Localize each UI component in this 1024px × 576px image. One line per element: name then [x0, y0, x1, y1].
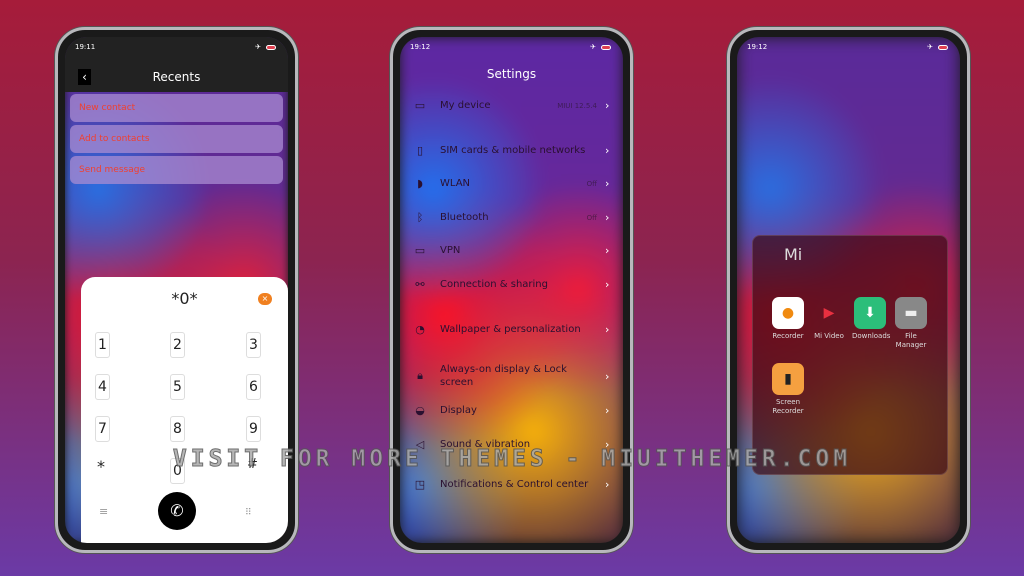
- key-4[interactable]: 4: [95, 374, 110, 400]
- app-mi-video[interactable]: ▶ Mi Video: [811, 297, 847, 341]
- recorder-icon: ●: [772, 297, 804, 329]
- phone-dialer: 19:11 ✈ ‹ Recents New contact Add to cont…: [55, 27, 298, 553]
- chevron-right-icon: ›: [605, 177, 610, 190]
- page-title: Recents: [152, 70, 201, 84]
- item-label: WLAN: [440, 178, 471, 189]
- call-button[interactable]: ✆: [158, 492, 196, 530]
- item-label: Bluetooth: [440, 212, 489, 223]
- key-8[interactable]: 8: [170, 416, 185, 442]
- chevron-right-icon: ›: [605, 99, 610, 112]
- item-label: VPN: [440, 245, 461, 256]
- menu-new-contact[interactable]: New contact: [70, 94, 283, 122]
- battery-icon: [266, 44, 276, 50]
- clock: 19:12: [747, 43, 768, 51]
- chevron-right-icon: ›: [605, 211, 610, 224]
- settings-item[interactable]: ▯ SIM cards & mobile networks ›: [400, 144, 623, 157]
- chevron-right-icon: ›: [605, 323, 610, 336]
- chevron-right-icon: ›: [605, 478, 610, 491]
- item-label: Notifications & Control center: [440, 479, 589, 490]
- settings-item[interactable]: ⚯ Connection & sharing ›: [400, 278, 623, 291]
- item-label: Wallpaper & personalization: [440, 324, 581, 335]
- phone-icon: ▭: [414, 99, 426, 112]
- status-bar: 19:12 ✈: [747, 43, 948, 51]
- app-screen-recorder[interactable]: ▮ Screen Recorder: [770, 363, 806, 416]
- wallpaper-icon: ◔: [415, 323, 425, 336]
- phone-icon: ✆: [170, 501, 184, 520]
- key-3[interactable]: 3: [246, 332, 261, 358]
- battery-icon: [601, 44, 611, 50]
- airplane-icon: ✈: [927, 43, 933, 51]
- settings-item[interactable]: 🔒︎ Always-on display & Lock screen ›: [400, 363, 623, 389]
- status-bar: 19:12 ✈: [410, 43, 611, 51]
- clock: 19:11: [75, 43, 96, 51]
- folder-name[interactable]: Mi: [784, 245, 802, 264]
- key-6[interactable]: 6: [246, 374, 261, 400]
- chevron-right-icon: ›: [605, 369, 610, 383]
- video-icon: ▶: [823, 304, 835, 321]
- menu-icon[interactable]: ≡: [99, 505, 108, 518]
- watermark: VISIT FOR MORE THEMES - MIUITHEMER.COM: [172, 446, 852, 473]
- delete-icon[interactable]: ×: [258, 293, 272, 305]
- key-2[interactable]: 2: [170, 332, 185, 358]
- dialpad: *0* × 1 2 3 4 5 6 7 8 9 * 0 # ≡ ✆ ⠿: [81, 277, 288, 543]
- app-file-manager[interactable]: ▬ File Manager: [893, 297, 929, 350]
- item-value: MIUI 12.5.4: [557, 101, 597, 110]
- menu-send-message[interactable]: Send message: [70, 156, 283, 184]
- settings-item[interactable]: ▭ VPN ›: [400, 244, 623, 257]
- folder-icon: ▬: [895, 297, 927, 329]
- lock-icon: 🔒︎: [417, 369, 423, 382]
- status-bar: 19:11 ✈: [75, 43, 276, 51]
- download-icon: ⬇: [854, 297, 886, 329]
- chevron-right-icon: ›: [605, 144, 610, 157]
- display-icon: ◒: [415, 404, 425, 417]
- sim-icon: ▯: [416, 144, 424, 157]
- share-icon: ⚯: [415, 278, 425, 291]
- settings-item[interactable]: ᛒ Bluetooth Off ›: [400, 211, 623, 224]
- battery-icon: [938, 44, 948, 50]
- clock: 19:12: [410, 43, 431, 51]
- app-label: Recorder: [772, 332, 804, 340]
- bluetooth-icon: ᛒ: [416, 211, 424, 224]
- airplane-icon: ✈: [590, 43, 596, 51]
- app-recorder[interactable]: ● Recorder: [770, 297, 806, 341]
- app-downloads[interactable]: ⬇ Downloads: [852, 297, 891, 341]
- key-5[interactable]: 5: [170, 374, 185, 400]
- page-title: Settings: [486, 67, 537, 81]
- key-7[interactable]: 7: [95, 416, 110, 442]
- vpn-icon: ▭: [414, 244, 426, 257]
- key-9[interactable]: 9: [246, 416, 261, 442]
- item-value: Off: [586, 179, 597, 188]
- chevron-right-icon: ›: [605, 278, 610, 291]
- chevron-right-icon: ›: [605, 404, 610, 417]
- settings-item[interactable]: ◔ Wallpaper & personalization ›: [400, 323, 623, 336]
- item-label: Display: [440, 405, 477, 416]
- item-value: Off: [586, 213, 597, 222]
- notification-icon: ◳: [414, 478, 426, 491]
- item-label: SIM cards & mobile networks: [440, 145, 586, 156]
- settings-item[interactable]: ▭ My device MIUI 12.5.4 ›: [400, 99, 623, 112]
- screen-recorder-icon: ▮: [772, 363, 804, 395]
- app-label: Downloads: [852, 332, 891, 340]
- wifi-icon: ◗: [417, 177, 423, 190]
- item-label: Connection & sharing: [440, 279, 548, 290]
- phone-home: 19:12 ✈ Mi ● Recorder ▶ Mi Video ⬇ Downloads…: [727, 27, 970, 553]
- app-label: Screen Recorder: [772, 398, 804, 415]
- app-folder: Mi ● Recorder ▶ Mi Video ⬇ Downloads ▬ File …: [752, 235, 948, 475]
- settings-item[interactable]: ◒ Display ›: [400, 404, 623, 417]
- app-label: File Manager: [895, 332, 927, 349]
- app-label: Mi Video: [814, 332, 844, 340]
- item-label: Always-on display & Lock screen: [440, 364, 567, 388]
- settings-item[interactable]: ◗ WLAN Off ›: [400, 177, 623, 190]
- keypad-icon[interactable]: ⠿: [245, 508, 252, 518]
- airplane-icon: ✈: [255, 43, 261, 51]
- dialed-number: *0*: [171, 289, 198, 308]
- key-1[interactable]: 1: [95, 332, 110, 358]
- phone-settings: 19:12 ✈ Settings ▭ My device MIUI 12.5.4 › ▯ S…: [390, 27, 633, 553]
- item-label: My device: [440, 100, 491, 111]
- menu-add-to-contacts[interactable]: Add to contacts: [70, 125, 283, 153]
- settings-item[interactable]: ◳ Notifications & Control center ›: [400, 478, 623, 491]
- chevron-right-icon: ›: [605, 244, 610, 257]
